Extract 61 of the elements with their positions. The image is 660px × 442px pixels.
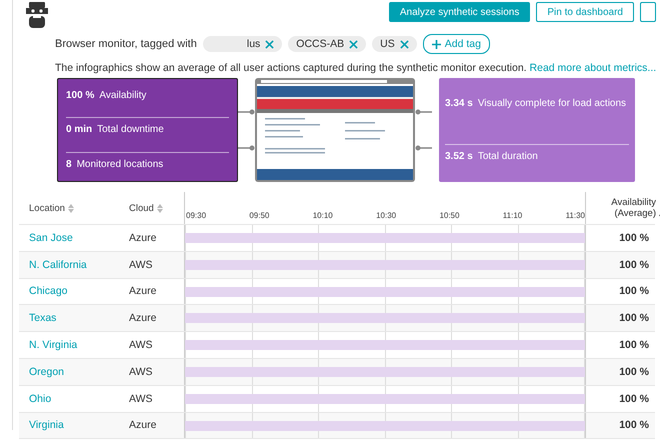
metric-label: Total duration: [478, 150, 538, 162]
remove-icon[interactable]: [349, 40, 358, 48]
availability-cell-text: 100 %: [618, 232, 650, 244]
tag-label: lus: [246, 38, 260, 50]
time-tick-label: 10:10: [312, 211, 333, 222]
action-button[interactable]: Analyze synthetic sessions: [388, 2, 530, 22]
metric-value: 3.34 s: [445, 98, 473, 110]
location-link[interactable]: Texas: [29, 312, 56, 324]
metric-value: 100 %: [66, 90, 94, 102]
availability-cell-text: 100 %: [618, 419, 650, 432]
cloud-cell-text: AWS: [128, 258, 154, 271]
metrics-link[interactable]: Read more about metrics...: [530, 62, 656, 74]
location-link[interactable]: Ohio: [29, 392, 52, 405]
cloud-cell-text: AWS: [128, 366, 154, 378]
metric-value: 8: [66, 158, 72, 170]
tag-label: OCCS-AB: [296, 38, 344, 50]
cloud-cell-text: Azure: [128, 232, 158, 244]
location-link[interactable]: N. Virginia: [29, 339, 78, 352]
sort-icon[interactable]: [68, 204, 74, 212]
availability-cell-text: 100 %: [618, 366, 650, 378]
availability-cell-text: 100 %: [618, 312, 650, 324]
location-link[interactable]: San Jose: [29, 232, 73, 244]
add-tag-button[interactable]: Add tag: [422, 34, 490, 54]
metric-value: 0 min: [66, 124, 92, 136]
cloud-cell-text: AWS: [128, 339, 154, 352]
column-header[interactable]: Cloud: [129, 202, 154, 214]
location-link[interactable]: Oregon: [29, 366, 64, 378]
metric-value: 3.52 s: [445, 150, 473, 162]
robot-icon: [26, 2, 48, 30]
remove-icon[interactable]: [265, 40, 274, 48]
availability-cell-text: 100 %: [618, 339, 650, 352]
monitor-description: Browser monitor, tagged with: [55, 38, 197, 50]
location-link[interactable]: Chicago: [29, 285, 68, 298]
tag-label: US: [380, 38, 395, 50]
description-text: The infographics show an average of all user actions captured during the synthetic monitor execution.: [55, 62, 528, 74]
location-link[interactable]: N. California: [29, 258, 87, 271]
column-header[interactable]: Location: [29, 202, 65, 214]
cloud-cell-text: Azure: [128, 419, 158, 432]
remove-icon[interactable]: [400, 40, 409, 48]
time-tick-label: 11:10: [502, 211, 522, 222]
availability-cell-text: 100 %: [618, 392, 650, 405]
metric-label: Availability: [99, 90, 146, 102]
time-tick-label: 09:30: [186, 211, 206, 222]
time-tick-label: 09:50: [249, 211, 270, 222]
cloud-cell-text: Azure: [128, 312, 158, 324]
availability-cell-text: 100 %: [618, 285, 650, 298]
sort-icon[interactable]: [156, 204, 163, 212]
time-tick-label: 10:30: [376, 211, 396, 222]
availability-cell-text: 100 %: [618, 258, 650, 271]
more-button[interactable]: [640, 2, 656, 22]
time-tick-label: 10:50: [439, 211, 460, 222]
plus-icon: [432, 40, 441, 48]
cloud-cell-text: AWS: [128, 392, 154, 405]
location-link[interactable]: Virginia: [29, 419, 64, 432]
time-tick-label: 11:30: [566, 211, 585, 222]
action-button[interactable]: Pin to dashboard: [536, 2, 634, 22]
cloud-cell-text: Azure: [128, 285, 158, 298]
column-header[interactable]: Availability (Average): [586, 197, 656, 219]
metric-label: Visually complete for load actions: [478, 98, 626, 110]
metric-label: Monitored locations: [76, 158, 164, 170]
metric-label: Total downtime: [97, 124, 164, 136]
